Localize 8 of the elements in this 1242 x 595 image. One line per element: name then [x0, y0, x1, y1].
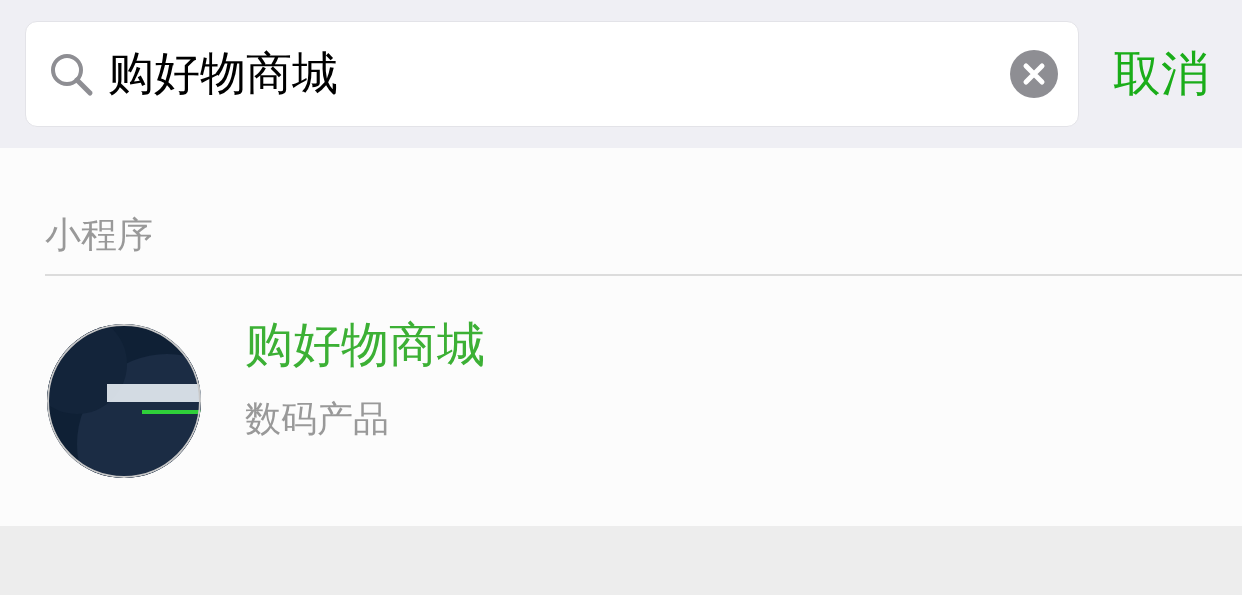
section-title: 小程序 — [45, 214, 153, 255]
result-subtitle: 数码产品 — [245, 396, 389, 441]
search-icon — [48, 51, 94, 97]
clear-icon[interactable] — [1010, 50, 1058, 98]
cancel-button[interactable]: 取消 — [1113, 42, 1209, 106]
search-text: 购好物商城 — [108, 45, 339, 102]
result-title[interactable]: 购好物商城 — [245, 312, 485, 377]
search-field[interactable]: 购好物商城 — [25, 21, 1079, 127]
